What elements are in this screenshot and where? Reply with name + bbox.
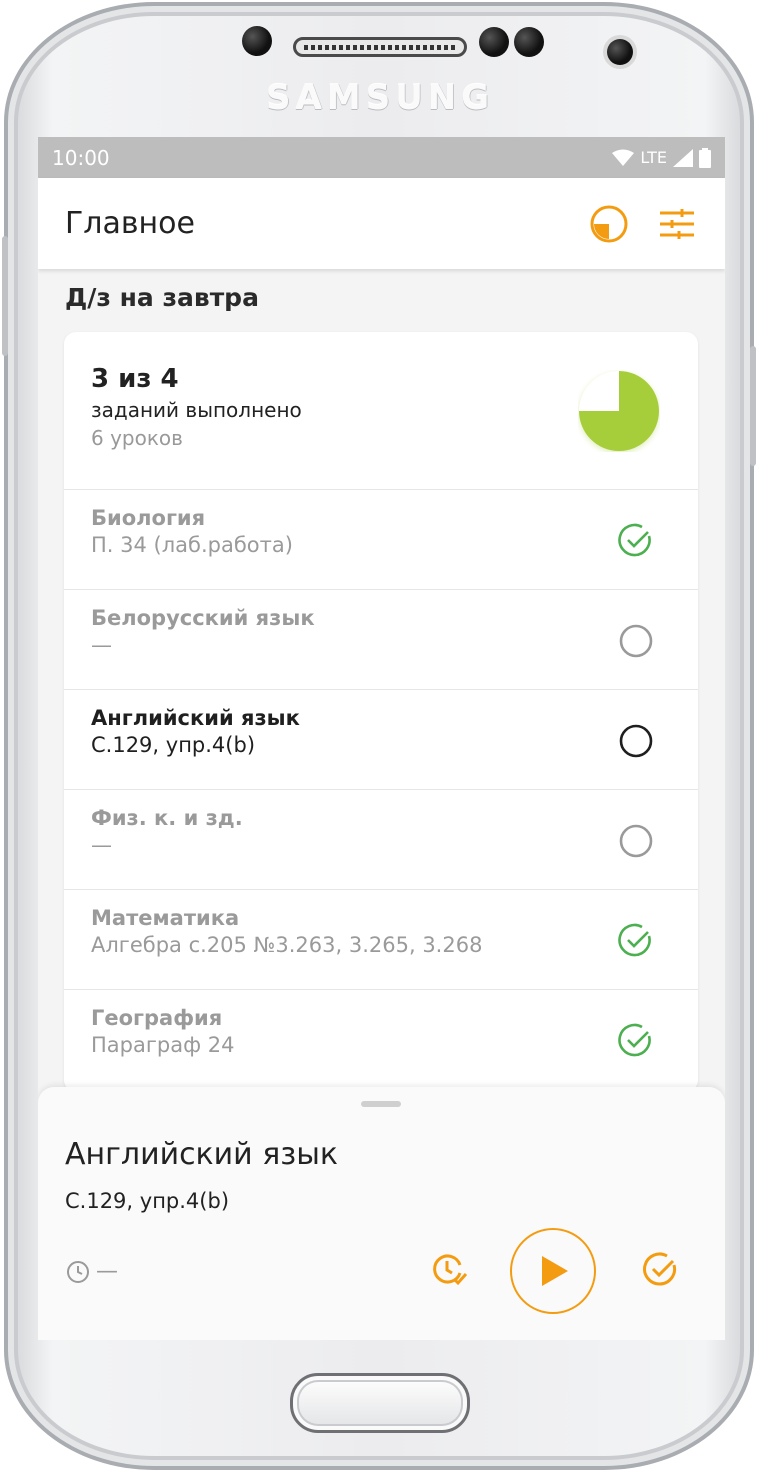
row-subject: Английский язык	[91, 706, 300, 730]
play-button[interactable]	[510, 1228, 596, 1314]
homework-row[interactable]: Биология П. 34 (лаб.работа)	[64, 490, 698, 590]
status-icons: LTE	[612, 147, 711, 168]
row-subject: Биология	[91, 506, 206, 530]
bottom-sheet: Английский язык С.129, упр.4(b) —	[38, 1087, 725, 1340]
network-type: LTE	[640, 148, 667, 167]
homework-row[interactable]: Физ. к. и зд. —	[64, 790, 698, 890]
play-icon	[542, 1256, 568, 1286]
snooze-button[interactable]	[426, 1247, 472, 1293]
row-task: Алгебра с.205 №3.263, 3.265, 3.268	[91, 933, 483, 957]
done-check-icon[interactable]	[618, 923, 654, 959]
progress-icon	[590, 205, 628, 242]
home-button[interactable]	[290, 1373, 470, 1433]
wifi-icon	[612, 149, 635, 166]
row-subject: География	[91, 1006, 223, 1030]
empty-circle-icon[interactable]	[618, 823, 654, 859]
sheet-subject: Английский язык	[65, 1137, 339, 1172]
homework-row[interactable]: Английский язык С.129, упр.4(b)	[64, 690, 698, 790]
progress-button[interactable]	[585, 200, 633, 248]
front-camera	[607, 39, 633, 65]
app-screen: 10:00 LTE Главное Д/з на завтра 3 из 4 з…	[38, 137, 725, 1340]
brand-logo: SAMSUNG	[265, 78, 495, 118]
section-title: Д/з на завтра	[65, 283, 259, 312]
row-subject: Математика	[91, 906, 240, 930]
page-title: Главное	[65, 206, 195, 241]
status-bar: 10:00 LTE	[38, 137, 725, 178]
power-button	[750, 346, 756, 466]
proximity-sensor	[479, 27, 509, 57]
done-check-icon[interactable]	[618, 523, 654, 559]
row-task: П. 34 (лаб.работа)	[91, 533, 293, 557]
status-time: 10:00	[52, 145, 110, 170]
sheet-time-value: —	[96, 1259, 118, 1284]
check-icon	[643, 1252, 677, 1286]
homework-card: 3 из 4 заданий выполнено 6 уроков Биолог…	[64, 332, 698, 1092]
row-task: С.129, упр.4(b)	[91, 733, 256, 757]
homework-row[interactable]: Математика Алгебра с.205 №3.263, 3.265, 3…	[64, 890, 698, 990]
app-bar: Главное	[38, 178, 725, 269]
earpiece-speaker	[293, 37, 467, 57]
progress-pie	[579, 371, 659, 452]
filter-settings-icon	[660, 208, 694, 239]
light-sensor	[514, 27, 544, 57]
sheet-task: С.129, упр.4(b)	[65, 1189, 230, 1213]
volume-button	[2, 236, 8, 356]
signal-icon	[673, 148, 693, 167]
row-task: —	[91, 633, 112, 657]
row-task: Параграф 24	[91, 1033, 235, 1057]
sheet-time: —	[66, 1259, 118, 1284]
row-subject: Физ. к. и зд.	[91, 806, 243, 830]
mark-done-button[interactable]	[638, 1247, 684, 1293]
clock-icon	[67, 1260, 89, 1283]
homework-row[interactable]: География Параграф 24	[64, 990, 698, 1090]
done-check-icon[interactable]	[618, 1023, 654, 1059]
row-task: —	[91, 833, 112, 857]
sheet-drag-handle[interactable]	[361, 1101, 401, 1107]
front-sensor	[242, 26, 272, 56]
empty-circle-icon[interactable]	[618, 723, 654, 759]
homework-row[interactable]: Белорусский язык —	[64, 590, 698, 690]
battery-icon	[699, 147, 711, 168]
snooze-clock-icon	[433, 1254, 468, 1286]
filter-settings-button[interactable]	[653, 200, 701, 248]
empty-circle-icon[interactable]	[618, 623, 654, 659]
row-subject: Белорусский язык	[91, 606, 315, 630]
summary-block: 3 из 4 заданий выполнено 6 уроков	[64, 332, 698, 490]
